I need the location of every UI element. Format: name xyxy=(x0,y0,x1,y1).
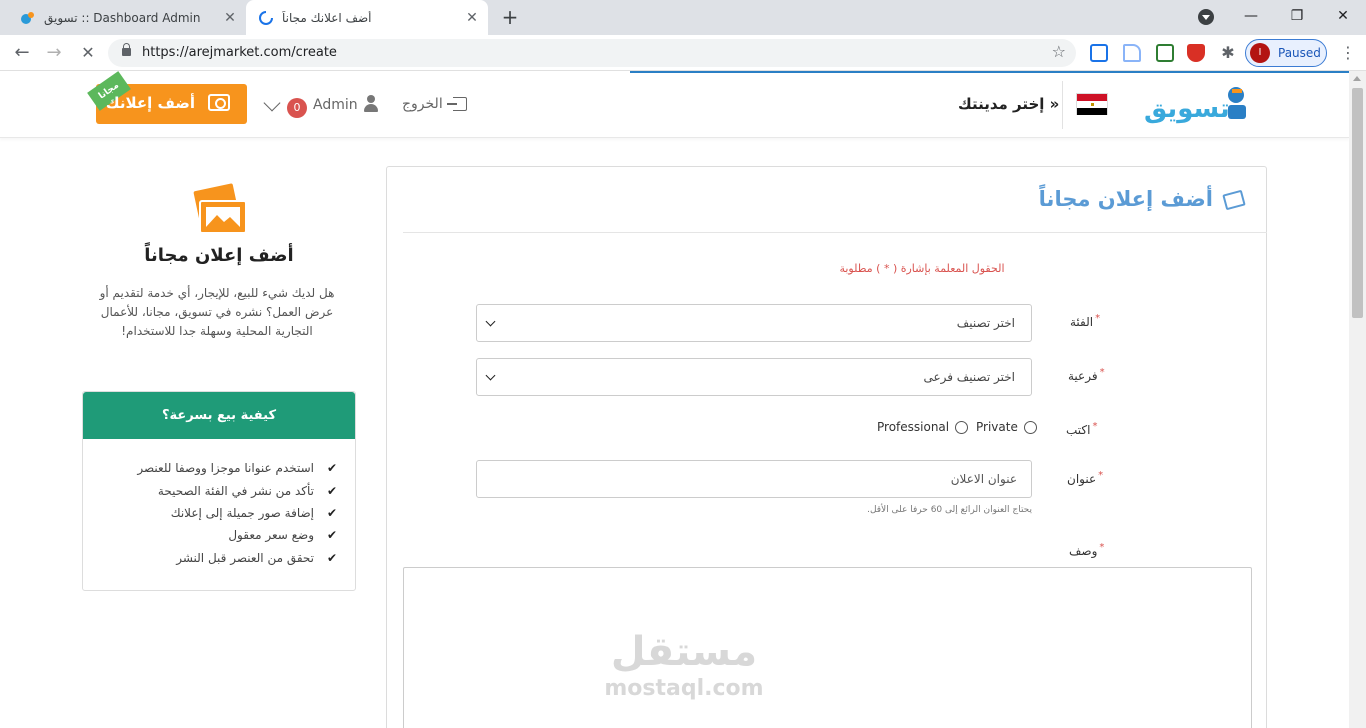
tab-close-icon[interactable]: ✕ xyxy=(462,10,482,26)
selling-tips-box: كيفية بيع بسرعة؟ استخدم عنوانا موجزا ووص… xyxy=(82,391,356,591)
ad-title-label: عنوان * xyxy=(1067,470,1104,486)
logout-link[interactable]: الخروج xyxy=(402,96,443,112)
list-item: استخدم عنوانا موجزا ووصفا للعنصر ✔ xyxy=(137,461,337,476)
radio-private-circle[interactable] xyxy=(1023,420,1037,434)
list-item: تحقق من العنصر قبل النشر ✔ xyxy=(176,550,337,565)
description-label: وصف * xyxy=(1069,542,1105,558)
egypt-flag-icon[interactable] xyxy=(1076,93,1108,115)
add-photo-icon xyxy=(193,183,247,234)
profile-avatar: I xyxy=(1250,43,1270,63)
radio-professional[interactable]: Professional xyxy=(877,420,969,434)
lock-icon xyxy=(122,43,131,56)
loading-spinner-icon xyxy=(259,10,273,25)
check-icon: ✔ xyxy=(326,461,337,476)
radio-private[interactable]: Private xyxy=(976,420,1037,434)
browser-tab-create[interactable]: أضف اعلانك مجاناً ✕ xyxy=(246,0,488,35)
forward-icon[interactable]: → xyxy=(42,41,66,65)
chevron-down-icon xyxy=(485,316,496,327)
maximize-icon[interactable]: ❐ xyxy=(1274,0,1320,32)
chevron-down-icon xyxy=(485,370,496,381)
check-icon: ✔ xyxy=(326,528,337,543)
extension-shield-icon[interactable] xyxy=(1187,44,1205,62)
add-ad-label: أضف إعلانك xyxy=(105,94,195,112)
page-title: أضف إعلان مجاناً xyxy=(1038,187,1213,211)
minimize-icon[interactable]: — xyxy=(1228,0,1274,32)
radio-private-label: Private xyxy=(976,420,1018,434)
category-select[interactable]: اختر تصنيف xyxy=(476,304,1032,342)
logo-text: تسويق xyxy=(1144,94,1230,124)
header-accent-line xyxy=(630,71,1349,73)
category-value: اختر تصنيف xyxy=(956,316,1015,330)
extensions-puzzle-icon[interactable]: ✱ xyxy=(1216,41,1240,65)
new-tab-icon[interactable]: + xyxy=(498,5,522,29)
camera-icon xyxy=(208,94,230,111)
user-menu-chevron-icon[interactable] xyxy=(263,94,281,112)
browser-tab-dashboard[interactable]: تسويق :: Dashboard Admin ✕ xyxy=(8,0,246,35)
tab-search-icon[interactable] xyxy=(1198,9,1214,25)
add-ad-button[interactable]: مجانا أضف إعلانك xyxy=(87,71,247,124)
edit-icon xyxy=(1222,189,1246,211)
check-icon: ✔ xyxy=(326,550,337,565)
profile-status: Paused xyxy=(1278,46,1321,60)
scrollbar-thumb[interactable] xyxy=(1352,88,1363,318)
required-fields-note: الحقول المعلمة بإشارة ( * ) مطلوبة xyxy=(839,262,1005,275)
ad-title-input[interactable] xyxy=(477,461,1031,497)
profile-button[interactable]: I Paused xyxy=(1245,39,1327,67)
watermark-latin: mostaql.com xyxy=(604,676,764,701)
address-bar[interactable]: https://arejmarket.com/create ☆ xyxy=(108,39,1076,67)
url-text: https://arejmarket.com/create xyxy=(142,45,337,60)
logout-icon xyxy=(447,97,467,111)
list-item: إضافة صور جميلة إلى إعلانك ✔ xyxy=(170,505,337,520)
type-label: اكتب * xyxy=(1066,421,1098,437)
subcategory-label: فرعية * xyxy=(1068,367,1105,383)
ad-title-hint: يحتاج العنوان الرائع إلى 60 حرفا على الأ… xyxy=(867,505,1032,515)
stop-loading-icon[interactable]: ✕ xyxy=(76,41,100,65)
site-header: مجانا أضف إعلانك 0 Admin الخروج إختر مدي… xyxy=(0,71,1349,138)
extension-docs-icon[interactable] xyxy=(1090,44,1108,62)
browser-tabstrip: تسويق :: Dashboard Admin ✕ أضف اعلانك مج… xyxy=(0,0,1366,35)
check-icon: ✔ xyxy=(326,505,337,520)
header-divider xyxy=(1062,81,1063,129)
check-icon: ✔ xyxy=(326,483,337,498)
bookmark-star-icon[interactable]: ☆ xyxy=(1052,42,1066,61)
ad-title-field[interactable] xyxy=(476,460,1032,498)
tab-close-icon[interactable]: ✕ xyxy=(220,10,240,26)
user-icon xyxy=(363,95,379,113)
description-textarea[interactable] xyxy=(403,567,1252,728)
extension-page-icon[interactable] xyxy=(1123,44,1141,62)
browser-menu-icon[interactable]: ⋮ xyxy=(1340,43,1356,63)
list-item: وضع سعر معقول ✔ xyxy=(228,528,337,543)
page-scrollbar[interactable] xyxy=(1349,71,1366,728)
notification-badge[interactable]: 0 xyxy=(287,98,307,118)
tips-title: كيفية بيع بسرعة؟ xyxy=(83,392,355,439)
browser-toolbar: ← → ✕ https://arejmarket.com/create ☆ ✱ … xyxy=(0,35,1366,71)
tab-title: أضف اعلانك مجاناً xyxy=(282,10,372,25)
list-item: تأكد من نشر في الفئة الصحيحة ✔ xyxy=(157,483,337,498)
subcategory-value: اختر تصنيف فرعى xyxy=(923,370,1015,384)
watermark-arabic: مستقل xyxy=(610,629,758,675)
extension-calendar-icon[interactable] xyxy=(1156,44,1174,62)
sidebar-description: هل لديك شيء للبيع، للإيجار، أي خدمة لتقد… xyxy=(99,286,335,338)
scroll-up-icon[interactable] xyxy=(1353,76,1361,81)
category-label: الفئة * xyxy=(1070,313,1101,329)
user-name-link[interactable]: Admin xyxy=(313,97,358,113)
ad-form-panel: أضف إعلان مجاناً الحقول المعلمة بإشارة (… xyxy=(386,166,1267,728)
window-close-icon[interactable]: ✕ xyxy=(1320,0,1366,32)
city-selector[interactable]: إختر مدينتك » xyxy=(958,95,1059,113)
site-favicon-icon xyxy=(21,11,34,24)
tab-title: تسويق :: Dashboard Admin xyxy=(44,10,201,25)
site-logo[interactable]: تسويق xyxy=(1140,83,1250,127)
subcategory-select[interactable]: اختر تصنيف فرعى xyxy=(476,358,1032,396)
watermark: مستقل mostaql.com xyxy=(596,628,772,702)
sidebar-title: أضف إعلان مجاناً xyxy=(144,245,294,266)
radio-professional-circle[interactable] xyxy=(955,420,969,434)
title-divider xyxy=(403,232,1267,233)
tips-list: استخدم عنوانا موجزا ووصفا للعنصر ✔ تأكد م… xyxy=(83,439,355,569)
radio-professional-label: Professional xyxy=(877,420,950,434)
back-icon[interactable]: ← xyxy=(10,41,34,65)
